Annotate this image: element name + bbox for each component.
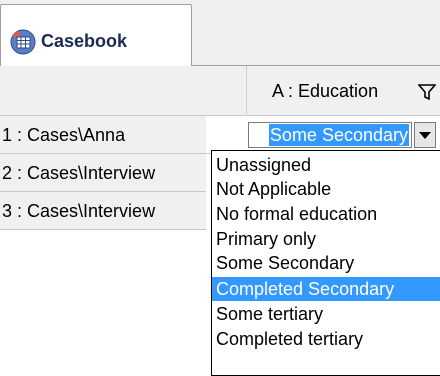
education-combo[interactable]: Some Secondary bbox=[248, 122, 438, 148]
row-header[interactable]: 2 : Cases\Interview bbox=[0, 154, 206, 192]
row-label: 3 : Cases\Interview bbox=[2, 201, 156, 221]
dropdown-option[interactable]: Unassigned bbox=[212, 153, 440, 177]
combo-selected-text: Some Secondary bbox=[268, 124, 409, 146]
dropdown-option-highlighted[interactable]: Completed Secondary bbox=[212, 277, 440, 301]
tab-casebook[interactable]: Casebook bbox=[0, 4, 192, 66]
tab-label: Casebook bbox=[41, 31, 128, 51]
filter-icon[interactable] bbox=[418, 83, 436, 101]
row-header[interactable]: 1 : Cases\Anna bbox=[0, 116, 206, 154]
dropdown-option[interactable]: Primary only bbox=[212, 227, 440, 251]
dropdown-option[interactable]: No formal education bbox=[212, 202, 440, 226]
combo-input[interactable]: Some Secondary bbox=[248, 122, 412, 148]
dropdown-option[interactable]: Some Secondary bbox=[212, 251, 440, 275]
row-label: 2 : Cases\Interview bbox=[2, 163, 156, 183]
casebook-icon bbox=[10, 29, 36, 55]
dropdown-option[interactable]: Not Applicable bbox=[212, 177, 440, 201]
column-header-education[interactable]: A : Education bbox=[272, 80, 378, 102]
column-header-row: A : Education bbox=[0, 66, 440, 116]
dropdown-option[interactable]: Some tertiary bbox=[212, 302, 440, 326]
row-header[interactable]: 3 : Cases\Interview bbox=[0, 192, 206, 230]
chevron-down-icon[interactable] bbox=[414, 122, 436, 148]
row-label: 1 : Cases\Anna bbox=[2, 125, 126, 145]
dropdown-option[interactable]: Completed tertiary bbox=[212, 327, 440, 351]
tab-bar: Casebook bbox=[0, 0, 440, 66]
column-divider bbox=[246, 66, 247, 116]
education-dropdown-list: Unassigned Not Applicable No formal educ… bbox=[211, 150, 440, 376]
